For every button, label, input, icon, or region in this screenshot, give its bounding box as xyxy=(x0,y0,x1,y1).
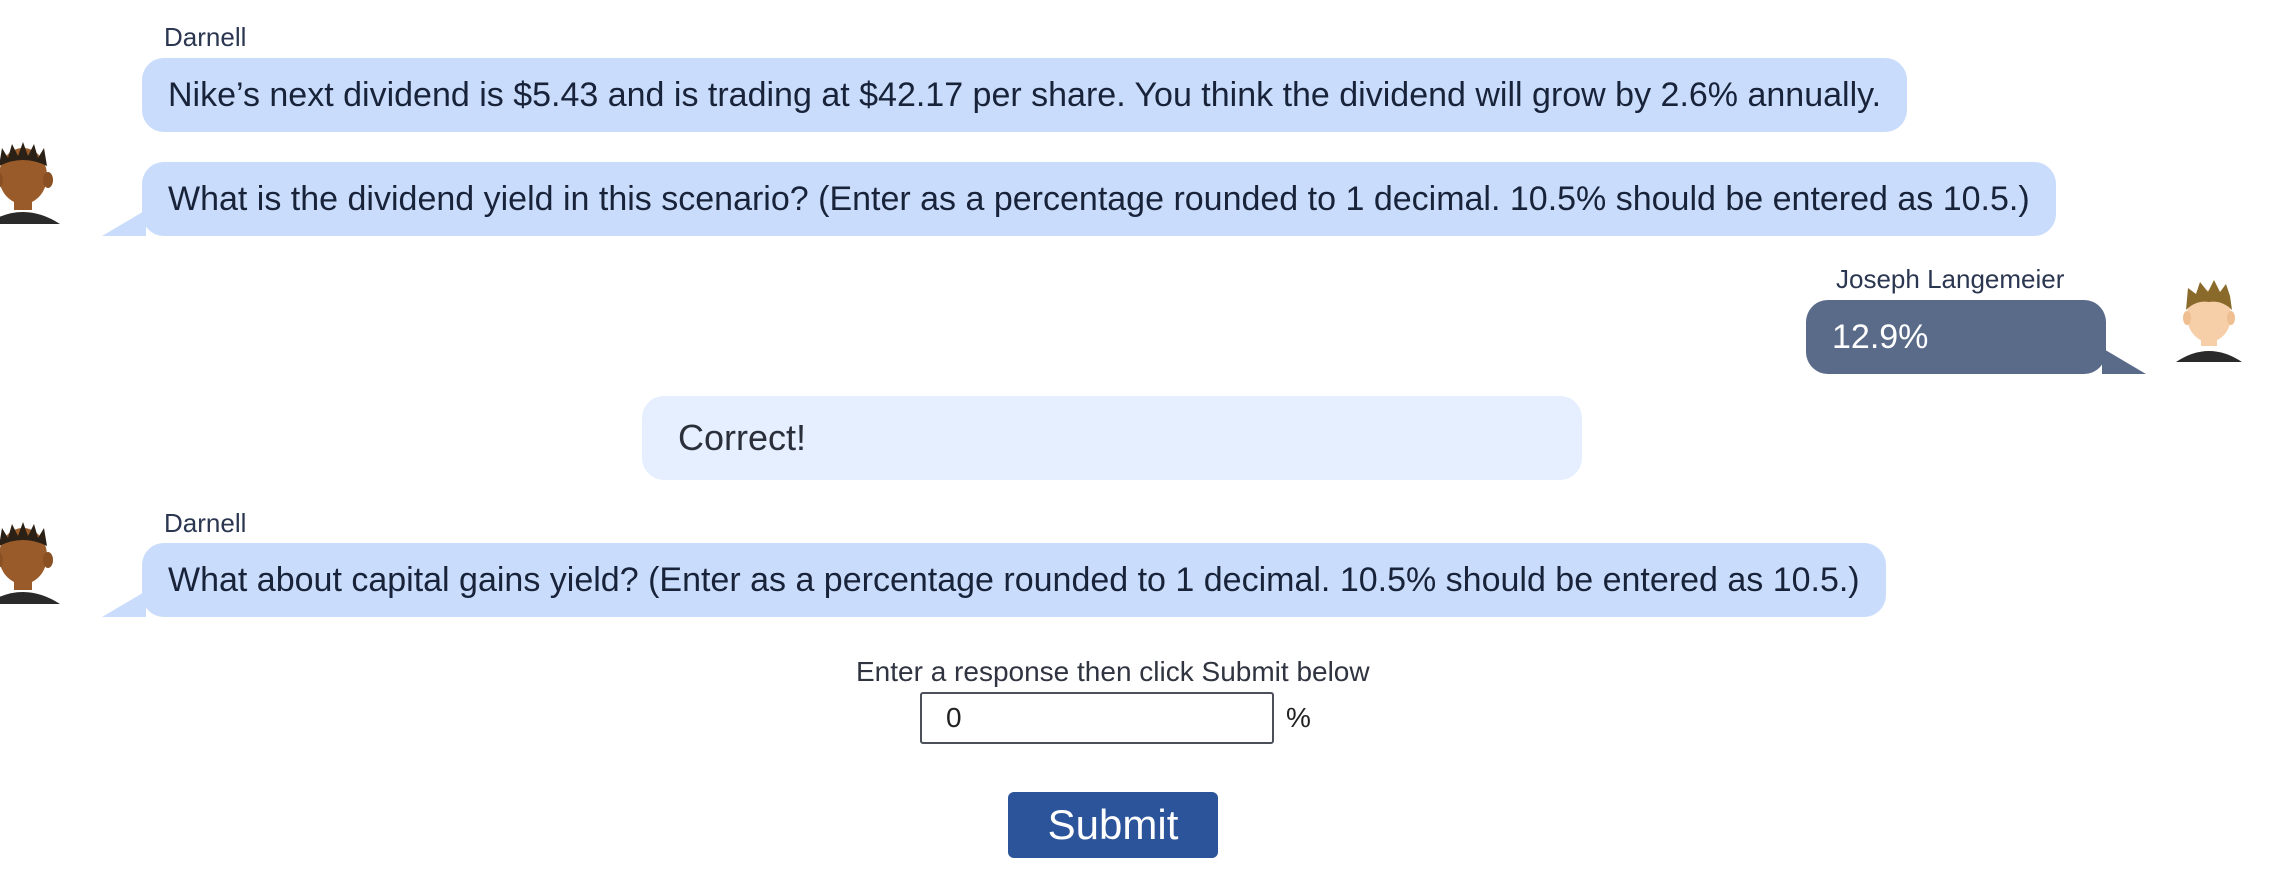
bot-message-bubble: What is the dividend yield in this scena… xyxy=(102,162,2056,236)
bot-message-bubble: Nike’s next dividend is $5.43 and is tra… xyxy=(142,58,1908,132)
chat-page: Darnell Nike’s next dividend is $5.43 an… xyxy=(0,0,2270,872)
percent-unit-label: % xyxy=(1286,702,1311,733)
response-prompt: Enter a response then click Submit below xyxy=(856,656,1370,687)
bot-message-bubble: What about capital gains yield? (Enter a… xyxy=(102,543,1886,617)
sender-name-darnell: Darnell xyxy=(164,22,247,52)
darnell-avatar-icon xyxy=(0,522,60,604)
darnell-avatar-icon xyxy=(0,142,60,224)
user-message-bubble: 12.9% xyxy=(1806,300,2146,374)
feedback-message: Correct! xyxy=(642,396,1582,480)
answer-input[interactable] xyxy=(920,692,1274,744)
sender-name-user: Joseph Langemeier xyxy=(1836,264,2065,294)
sender-name-darnell: Darnell xyxy=(164,508,247,538)
user-avatar-icon xyxy=(2176,280,2242,362)
submit-button[interactable]: Submit xyxy=(1008,792,1218,858)
